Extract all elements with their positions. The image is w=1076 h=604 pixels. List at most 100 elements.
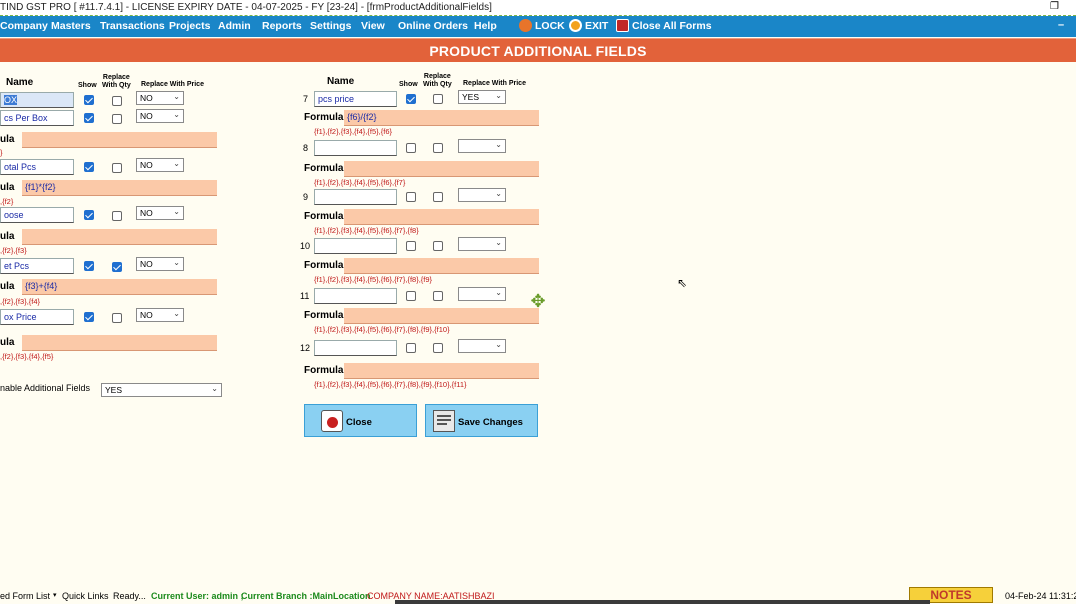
show-checkbox[interactable] bbox=[84, 95, 94, 105]
formula-input[interactable]: {f1}*{f2} bbox=[22, 180, 217, 196]
formula-input[interactable] bbox=[22, 132, 217, 148]
menu-transactions[interactable]: Transactions bbox=[100, 20, 165, 32]
replace-price-select[interactable]: NO ⌄ bbox=[136, 158, 184, 172]
field-name-text: pcs price bbox=[318, 94, 355, 104]
field-name-input[interactable]: OX bbox=[0, 92, 74, 108]
replace-price-select[interactable]: NO ⌄ bbox=[136, 206, 184, 220]
menu-online-orders[interactable]: Online Orders bbox=[398, 20, 468, 32]
replace-qty-checkbox[interactable] bbox=[433, 192, 443, 202]
formula-input[interactable] bbox=[344, 363, 539, 379]
show-checkbox[interactable] bbox=[406, 192, 416, 202]
show-checkbox[interactable] bbox=[84, 162, 94, 172]
field-name-text: oose bbox=[4, 210, 24, 220]
replace-price-select[interactable]: ⌄ bbox=[458, 188, 506, 202]
replace-qty-checkbox[interactable] bbox=[433, 94, 443, 104]
row-number: 12 bbox=[300, 343, 311, 353]
lock-icon[interactable] bbox=[519, 19, 532, 32]
show-checkbox[interactable] bbox=[406, 241, 416, 251]
field-name-input[interactable] bbox=[314, 238, 397, 254]
formula-input[interactable] bbox=[22, 335, 217, 351]
close-button[interactable]: Close bbox=[304, 404, 417, 437]
replace-qty-checkbox[interactable] bbox=[112, 114, 122, 124]
chevron-down-icon: ⌄ bbox=[173, 258, 180, 267]
formula-label: ula bbox=[0, 182, 15, 193]
menu-masters[interactable]: Masters bbox=[51, 20, 91, 32]
replace-price-select[interactable]: YES ⌄ bbox=[458, 90, 506, 104]
menu-close-all[interactable]: Close All Forms bbox=[632, 20, 712, 32]
formula-input[interactable] bbox=[344, 209, 539, 225]
window-title: TIND GST PRO [ #11.7.4.1] - LICENSE EXPI… bbox=[0, 2, 492, 13]
quick-links[interactable]: Quick Links bbox=[62, 591, 109, 601]
replace-qty-checkbox[interactable] bbox=[433, 343, 443, 353]
show-checkbox[interactable] bbox=[406, 94, 416, 104]
formula-hint: {f1},{f2},{f3},{f4},{f5},{f6},{f7},{f8},… bbox=[314, 325, 450, 334]
mouse-pointer-icon: ⇖ bbox=[677, 276, 688, 290]
show-checkbox[interactable] bbox=[406, 343, 416, 353]
replace-price-select[interactable]: ⌄ bbox=[458, 237, 506, 251]
field-name-input[interactable]: otal Pcs bbox=[0, 159, 74, 175]
menu-help[interactable]: Help bbox=[474, 20, 497, 32]
replace-price-select[interactable]: ⌄ bbox=[458, 287, 506, 301]
field-name-input[interactable]: pcs price bbox=[314, 91, 397, 107]
replace-qty-checkbox[interactable] bbox=[112, 96, 122, 106]
field-name-text: cs Per Box bbox=[4, 113, 48, 123]
show-checkbox[interactable] bbox=[406, 143, 416, 153]
field-name-input[interactable]: oose bbox=[0, 207, 74, 223]
row-number: 8 bbox=[303, 143, 309, 153]
menu-company[interactable]: Company bbox=[0, 20, 48, 32]
show-checkbox[interactable] bbox=[406, 291, 416, 301]
menu-settings[interactable]: Settings bbox=[310, 20, 351, 32]
restore-icon[interactable]: ❐ bbox=[1050, 1, 1059, 12]
chevron-down-icon: ⌄ bbox=[173, 207, 180, 216]
notes-button-label: NOTES bbox=[930, 588, 972, 602]
power-icon[interactable] bbox=[569, 19, 582, 32]
formula-input[interactable] bbox=[344, 308, 539, 324]
replace-price-select[interactable]: ⌄ bbox=[458, 139, 506, 153]
replace-qty-checkbox[interactable] bbox=[112, 163, 122, 173]
field-name-input[interactable] bbox=[314, 288, 397, 304]
replace-price-select[interactable]: NO ⌄ bbox=[136, 257, 184, 271]
replace-qty-checkbox[interactable] bbox=[433, 143, 443, 153]
enable-select[interactable]: YES ⌄ bbox=[101, 383, 222, 397]
status-ready: Ready... bbox=[113, 591, 146, 601]
field-name-input[interactable] bbox=[314, 340, 397, 356]
replace-qty-checkbox[interactable] bbox=[112, 313, 122, 323]
menu-projects[interactable]: Projects bbox=[169, 20, 210, 32]
replace-qty-checkbox[interactable] bbox=[112, 262, 122, 272]
replace-price-select[interactable]: NO ⌄ bbox=[136, 308, 184, 322]
menu-view[interactable]: View bbox=[361, 20, 385, 32]
show-checkbox[interactable] bbox=[84, 312, 94, 322]
menu-lock[interactable]: LOCK bbox=[535, 20, 565, 32]
save-changes-button[interactable]: Save Changes bbox=[425, 404, 538, 437]
formula-input[interactable]: {f3}+{f4} bbox=[22, 279, 217, 295]
field-name-input[interactable] bbox=[314, 189, 397, 205]
replace-price-select[interactable]: NO ⌄ bbox=[136, 109, 184, 123]
formula-input[interactable] bbox=[22, 229, 217, 245]
chevron-down-icon: ⌄ bbox=[495, 340, 502, 349]
form-list-link[interactable]: ed Form List bbox=[0, 591, 50, 601]
show-checkbox[interactable] bbox=[84, 113, 94, 123]
minimize-button[interactable]: – bbox=[1058, 19, 1064, 31]
field-name-input[interactable]: et Pcs bbox=[0, 258, 74, 274]
replace-qty-checkbox[interactable] bbox=[112, 211, 122, 221]
field-name-input[interactable] bbox=[314, 140, 397, 156]
field-name-text: ox Price bbox=[4, 312, 37, 322]
menu-exit[interactable]: EXIT bbox=[585, 20, 608, 32]
replace-price-select[interactable]: ⌄ bbox=[458, 339, 506, 353]
formula-hint: {f1},{f2},{f3},{f4},{f5},{f6},{f7} bbox=[314, 178, 406, 187]
field-name-input[interactable]: cs Per Box bbox=[0, 110, 74, 126]
close-all-icon[interactable] bbox=[616, 19, 629, 32]
show-checkbox[interactable] bbox=[84, 261, 94, 271]
replace-price-select[interactable]: NO ⌄ bbox=[136, 91, 184, 105]
formula-input[interactable]: {f6}/{f2} bbox=[344, 110, 539, 126]
enable-label: nable Additional Fields bbox=[0, 383, 91, 393]
menu-admin[interactable]: Admin bbox=[218, 20, 251, 32]
show-checkbox[interactable] bbox=[84, 210, 94, 220]
field-name-input[interactable]: ox Price bbox=[0, 309, 74, 325]
formula-input[interactable] bbox=[344, 258, 539, 274]
formula-input[interactable] bbox=[344, 161, 539, 177]
menu-bar: Company Masters Transactions Projects Ad… bbox=[0, 16, 1076, 37]
replace-qty-checkbox[interactable] bbox=[433, 291, 443, 301]
replace-qty-checkbox[interactable] bbox=[433, 241, 443, 251]
menu-reports[interactable]: Reports bbox=[262, 20, 302, 32]
